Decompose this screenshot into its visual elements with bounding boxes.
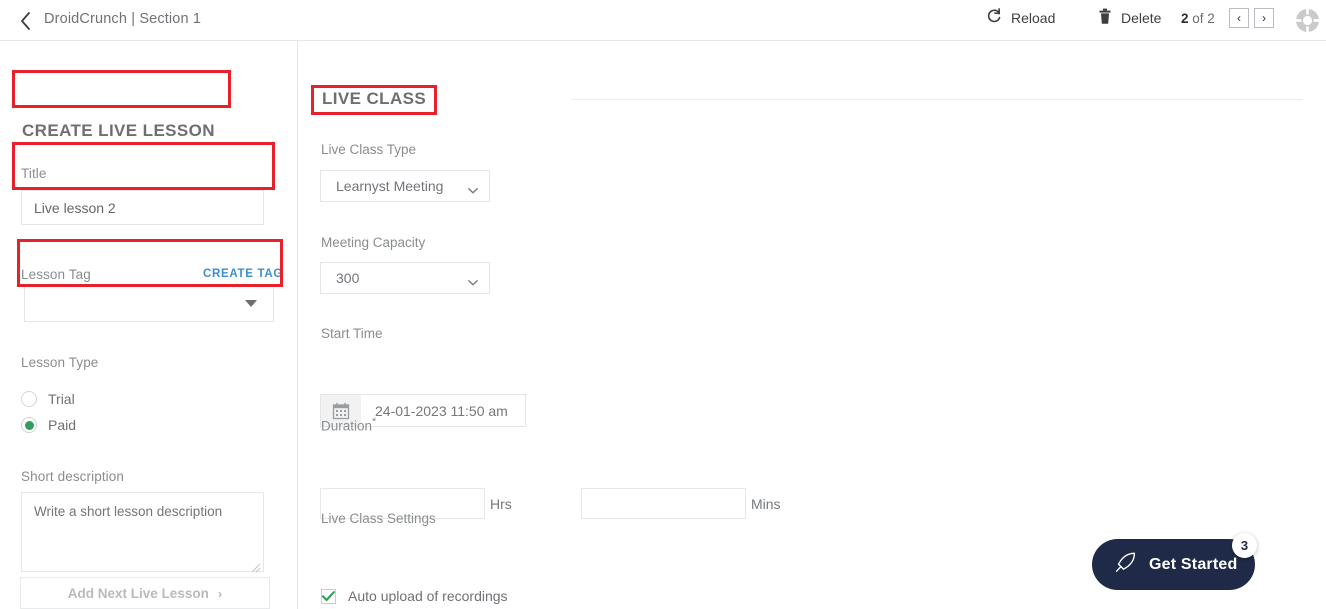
- duration-label: Duration*: [321, 416, 376, 434]
- reload-button[interactable]: Reload: [986, 8, 1055, 28]
- get-started-label: Get Started: [1149, 555, 1238, 573]
- create-live-lesson-panel: CREATE LIVE LESSON Title Lesson Tag CREA…: [0, 41, 298, 609]
- minutes-unit-label: Mins: [751, 496, 781, 512]
- add-next-label: Add Next Live Lesson: [67, 585, 209, 601]
- page-total: of 2: [1188, 11, 1215, 26]
- live-class-heading: LIVE CLASS: [322, 89, 427, 108]
- breadcrumb[interactable]: DroidCrunch | Section 1: [44, 11, 201, 27]
- hours-unit-label: Hrs: [490, 496, 512, 512]
- radio-trial[interactable]: Trial: [21, 391, 75, 407]
- live-class-settings-label: Live Class Settings: [321, 511, 436, 526]
- chevron-down-icon: [468, 273, 478, 286]
- title-input[interactable]: [21, 190, 264, 225]
- delete-label: Delete: [1121, 10, 1162, 26]
- chevron-down-icon: [468, 181, 478, 194]
- duration-label-text: Duration: [321, 418, 373, 434]
- next-page-button[interactable]: ›: [1254, 8, 1274, 28]
- lesson-tag-label: Lesson Tag: [21, 267, 91, 282]
- radio-selected-dot: [24, 420, 34, 430]
- get-started-badge: 3: [1232, 533, 1257, 558]
- page-current: 2: [1181, 11, 1189, 26]
- lesson-tag-dropdown[interactable]: [24, 286, 274, 322]
- checkbox-checked-icon: [321, 588, 336, 604]
- lesson-type-label: Lesson Type: [21, 355, 99, 370]
- short-description-textarea[interactable]: [21, 492, 264, 572]
- get-started-button[interactable]: Get Started: [1092, 539, 1255, 590]
- start-time-value: 24-01-2023 11:50 am: [375, 402, 508, 419]
- radio-mark-paid: [21, 417, 37, 433]
- page-title: CREATE LIVE LESSON: [22, 121, 215, 140]
- live-class-panel: LIVE CLASS Live Class Type Learnyst Meet…: [298, 41, 1326, 609]
- top-bar: DroidCrunch | Section 1 Reload Delete 2 …: [0, 0, 1326, 41]
- live-class-type-value: Learnyst Meeting: [336, 178, 444, 194]
- section-divider: [571, 99, 1303, 100]
- add-next-live-lesson-button[interactable]: Add Next Live Lesson ›: [20, 577, 270, 609]
- chevron-left-icon: [20, 12, 31, 30]
- meeting-capacity-label: Meeting Capacity: [321, 235, 426, 250]
- duration-minutes-input[interactable]: [581, 488, 746, 519]
- radio-paid-label: Paid: [48, 417, 77, 433]
- title-label: Title: [21, 166, 47, 181]
- live-class-type-label: Live Class Type: [321, 142, 417, 157]
- prev-page-button[interactable]: ‹: [1229, 8, 1249, 28]
- auto-upload-label: Auto upload of recordings: [348, 588, 508, 604]
- short-description-label: Short description: [21, 469, 125, 484]
- required-asterisk: *: [372, 416, 377, 428]
- chevron-right-icon: ›: [217, 585, 223, 601]
- radio-trial-label: Trial: [48, 391, 75, 407]
- create-tag-link[interactable]: CREATE TAG: [203, 268, 283, 280]
- radio-mark-trial: [21, 391, 37, 407]
- checkbox-auto-upload-recordings[interactable]: Auto upload of recordings: [321, 588, 508, 604]
- back-button[interactable]: [14, 10, 36, 32]
- pagination-status: 2 of 2: [1181, 11, 1215, 26]
- chevron-down-icon: [245, 300, 257, 307]
- rocket-icon: [1114, 550, 1138, 579]
- radio-paid[interactable]: Paid: [21, 417, 76, 433]
- meeting-capacity-select[interactable]: 300: [320, 262, 490, 294]
- reload-label: Reload: [1011, 10, 1056, 26]
- lifebuoy-icon[interactable]: [1294, 7, 1321, 34]
- start-time-label: Start Time: [321, 326, 383, 341]
- refresh-icon: [986, 8, 1002, 28]
- trash-icon: [1098, 8, 1112, 28]
- meeting-capacity-value: 300: [336, 270, 360, 286]
- app-root: DroidCrunch | Section 1 Reload Delete 2 …: [0, 0, 1326, 609]
- delete-button[interactable]: Delete: [1098, 8, 1161, 28]
- live-class-type-select[interactable]: Learnyst Meeting: [320, 170, 490, 202]
